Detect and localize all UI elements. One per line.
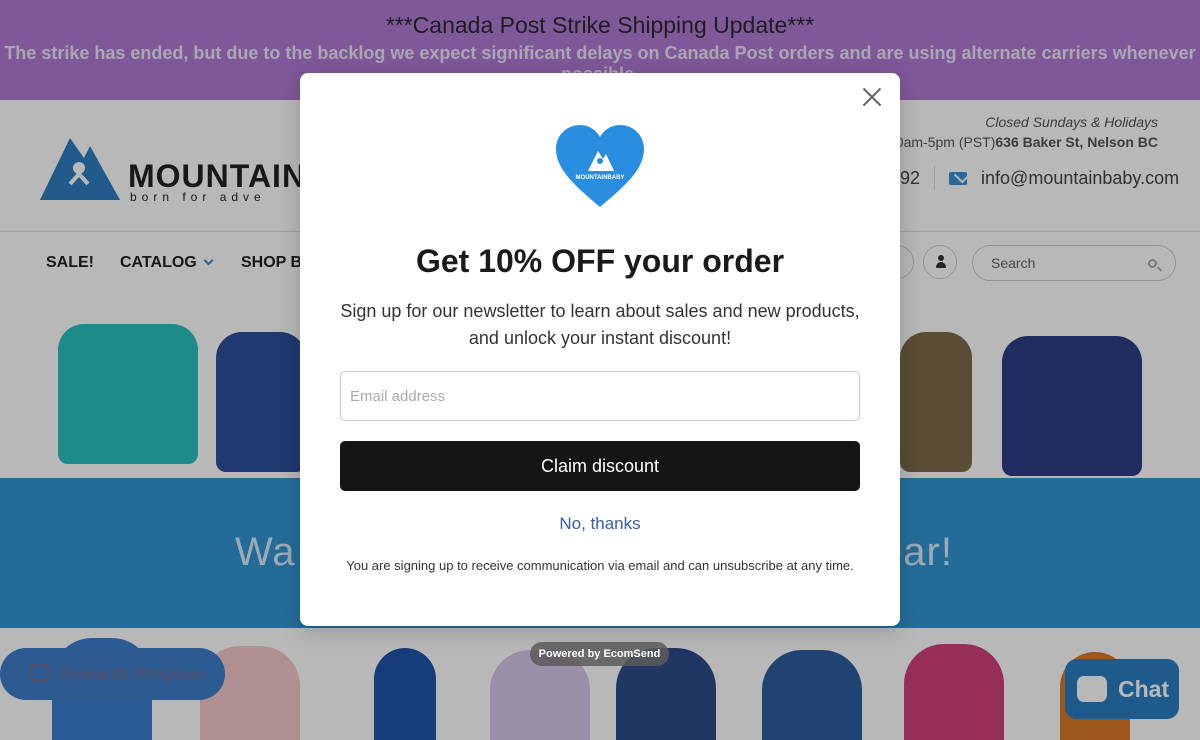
claim-discount-button[interactable]: Claim discount — [340, 441, 860, 491]
powered-by-badge[interactable]: Powered by EcomSend — [530, 642, 669, 666]
newsletter-modal: MOUNTAINBABY Get 10% OFF your order Sign… — [300, 73, 900, 626]
close-icon[interactable] — [862, 87, 882, 107]
disclaimer-text: You are signing up to receive communicat… — [346, 558, 854, 573]
modal-heading: Get 10% OFF your order — [415, 243, 785, 279]
email-field[interactable] — [340, 371, 860, 421]
modal-subtext: Sign up for our newsletter to learn abou… — [340, 301, 860, 348]
heart-logo-text: MOUNTAINBABY — [576, 175, 625, 181]
heart-logo-icon: MOUNTAINBABY — [556, 125, 644, 207]
decline-link[interactable]: No, thanks — [300, 514, 900, 534]
